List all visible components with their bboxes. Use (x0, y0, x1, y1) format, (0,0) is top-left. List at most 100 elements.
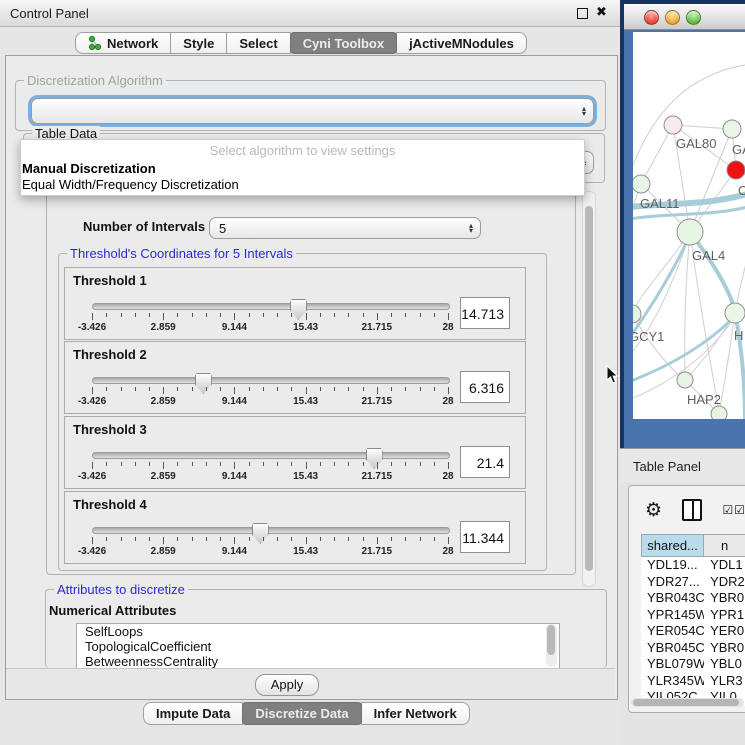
table-hscrollbar-thumb[interactable] (633, 699, 739, 706)
attribute-list-item[interactable]: BetweennessCentrality (77, 654, 559, 669)
threshold-value-field[interactable]: 11.344 (460, 521, 510, 553)
numerical-attributes-label: Numerical Attributes (49, 603, 176, 618)
table-row[interactable]: YBR043CYBR0 (641, 590, 745, 607)
network-node[interactable] (633, 175, 650, 193)
checkbox-icons[interactable]: ☑☑ (722, 503, 745, 517)
column-layout-icon[interactable] (682, 499, 702, 521)
float-window-icon[interactable] (577, 8, 588, 19)
tab-cyni-toolbox[interactable]: Cyni Toolbox (290, 32, 397, 54)
table-row[interactable]: YBL079WYBL0 (641, 656, 745, 673)
table-row[interactable]: YLR345WYLR3 (641, 673, 745, 690)
slider-tick-label: -3.426 (78, 322, 106, 333)
tab-network[interactable]: Network (75, 32, 171, 54)
tab-jactivemnodules[interactable]: jActiveMNodules (396, 32, 527, 54)
tab-style[interactable]: Style (170, 32, 227, 54)
top-tab-strip: NetworkStyleSelectCyni Toolbox jActiveMNo… (75, 32, 527, 54)
table-row[interactable]: YER054CYER0 (641, 623, 745, 640)
table-row[interactable]: YBR045CYBR0 (641, 640, 745, 657)
number-of-intervals-combo[interactable]: 5 ▴▾ (209, 217, 481, 239)
slider-tick (106, 462, 107, 466)
network-node-label: GAL80 (676, 136, 716, 151)
table-row[interactable]: YPR145WYPR1 (641, 607, 745, 624)
table-cell: YBR043C (641, 590, 704, 607)
table-row[interactable]: YDR27...YDR2 (641, 574, 745, 591)
attributes-scrollbar-thumb[interactable] (547, 625, 555, 655)
attribute-list-item[interactable]: SelfLoops (77, 624, 559, 639)
algorithm-combo[interactable]: ▴▾ (31, 98, 594, 124)
threshold-slider-thumb[interactable] (195, 373, 212, 394)
slider-tick (192, 462, 193, 466)
threshold-value-field[interactable]: 6.316 (460, 371, 510, 403)
network-node[interactable] (677, 372, 693, 388)
slider-tick (377, 462, 378, 469)
threshold-slider-thumb[interactable] (366, 448, 383, 469)
threshold-slider-track[interactable] (92, 527, 450, 534)
slider-tick (92, 462, 93, 469)
slider-tick-label: 28 (442, 546, 453, 557)
tab-select[interactable]: Select (226, 32, 290, 54)
network-canvas[interactable]: GAL80GACGAL11GAL4GCY1HHAP2 (633, 32, 745, 419)
attribute-list-item[interactable]: TopologicalCoefficient (77, 639, 559, 654)
settings-scrollbar-thumb[interactable] (585, 206, 593, 571)
attributes-list-scrollbar[interactable] (546, 624, 557, 667)
tab-label: jActiveMNodules (409, 36, 514, 51)
slider-tick (277, 313, 278, 317)
slider-tick (192, 313, 193, 317)
network-node[interactable] (723, 120, 741, 138)
network-node[interactable] (727, 161, 745, 179)
slider-tick (192, 537, 193, 541)
popup-option-manual-discretization[interactable]: Manual Discretization (22, 161, 156, 176)
slider-tick (277, 537, 278, 541)
table-cell: YBR0 (704, 590, 745, 607)
tab-discretize-data[interactable]: Discretize Data (242, 702, 361, 725)
tab-infer-network[interactable]: Infer Network (361, 702, 470, 725)
control-panel: Control Panel ✖ NetworkStyleSelectCyni T… (0, 0, 620, 745)
network-node[interactable] (664, 116, 682, 134)
slider-tick (377, 313, 378, 320)
slider-tick (334, 387, 335, 391)
node-table[interactable]: shared...n YDL19...YDL1YDR27...YDR2YBR04… (641, 534, 745, 706)
threshold-slider-thumb[interactable] (252, 523, 269, 544)
table-panel-toolbar: ⚙ ☑☑ (629, 486, 745, 534)
settings-scrollbar[interactable] (582, 191, 596, 587)
threshold-slider-thumb[interactable] (290, 299, 307, 320)
slider-tick (121, 387, 122, 391)
gear-icon[interactable]: ⚙ (645, 499, 662, 521)
slider-tick (249, 462, 250, 466)
close-traffic-light-icon[interactable] (644, 10, 659, 25)
network-node[interactable] (725, 303, 745, 323)
combo-stepper-icon: ▴▾ (469, 223, 473, 233)
threshold-label: Threshold 1 (73, 273, 147, 288)
network-node[interactable] (677, 219, 703, 245)
tab-impute-data[interactable]: Impute Data (143, 702, 243, 725)
threshold-slider-track[interactable] (92, 303, 450, 310)
zoom-traffic-light-icon[interactable] (686, 10, 701, 25)
numerical-attributes-list[interactable]: SelfLoopsTopologicalCoefficientBetweenne… (76, 623, 560, 670)
slider-tick (320, 537, 321, 541)
threshold-value-field[interactable]: 14.713 (460, 297, 510, 329)
slider-tick (348, 462, 349, 466)
table-column-header[interactable]: n (704, 534, 745, 557)
table-horizontal-scrollbar[interactable] (631, 698, 744, 707)
threshold-slider-track[interactable] (92, 452, 450, 459)
popup-option-equal-width-frequency[interactable]: Equal Width/Frequency Discretization (22, 177, 239, 192)
minimize-traffic-light-icon[interactable] (665, 10, 680, 25)
threshold-slider-track[interactable] (92, 377, 450, 384)
slider-tick (363, 537, 364, 541)
table-cell: YLR345W (641, 673, 704, 690)
tab-label: Infer Network (374, 706, 457, 721)
close-icon[interactable]: ✖ (596, 4, 607, 20)
threshold-value-field[interactable]: 21.4 (460, 446, 510, 478)
slider-tick (192, 387, 193, 391)
network-window-titlebar[interactable] (624, 4, 745, 30)
table-row[interactable]: YDL19...YDL1 (641, 557, 745, 574)
combo-stepper-icon: ▴▾ (582, 106, 586, 116)
table-cell: YDL19... (641, 557, 704, 574)
apply-button[interactable]: Apply (255, 674, 319, 696)
slider-tick-label: -3.426 (78, 396, 106, 407)
network-node[interactable] (711, 406, 727, 419)
slider-tick (206, 313, 207, 317)
table-column-header[interactable]: shared... (641, 534, 704, 557)
slider-tick-label: 21.715 (362, 396, 393, 407)
table-cell: YBR0 (704, 640, 745, 657)
